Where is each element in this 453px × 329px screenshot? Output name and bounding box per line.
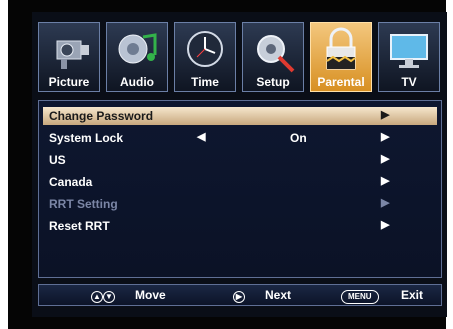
arrow-left-icon[interactable]: ◀ [197, 130, 205, 143]
menu-item-change-password[interactable]: Change Password ▶ [43, 107, 437, 125]
tab-audio[interactable]: Audio [106, 22, 168, 92]
arrow-right-icon: ▶ [381, 109, 390, 121]
menu-item-reset-rrt[interactable]: Reset RRT ▶ [43, 217, 437, 235]
gear-wrench-icon [257, 35, 295, 73]
tab-bar: Picture Audio Time Setup Parental TV [38, 16, 442, 96]
tv-screen: Picture Audio Time Setup Parental TV Cha… [32, 12, 447, 317]
right-button-icon: ▶ [233, 288, 245, 303]
tv-icon [390, 34, 428, 68]
music-note-icon [118, 33, 157, 64]
arrow-right-icon: ▶ [381, 219, 390, 231]
menu-item-label: Change Password [49, 109, 154, 123]
next-hint: Next [265, 288, 292, 302]
menu-item-canada[interactable]: Canada ▶ [43, 173, 437, 191]
menu-button-icon: MENU [341, 288, 379, 304]
up-down-button-icons: ▲ ▼ [91, 288, 115, 303]
arrow-right-icon: ▶ [381, 153, 390, 165]
tab-label: TV [401, 75, 417, 89]
tab-tv[interactable]: TV [378, 22, 440, 92]
tab-label: Audio [120, 75, 154, 89]
tab-setup[interactable]: Setup [242, 22, 304, 92]
arrow-right-icon: ▶ [381, 175, 390, 187]
menu-item-label: RRT Setting [49, 197, 118, 211]
parental-menu: Change Password ▶ System Lock ◀ On ▶ US … [38, 100, 442, 278]
menu-item-system-lock[interactable]: System Lock ◀ On ▶ [43, 129, 437, 147]
tab-label: Time [191, 75, 219, 89]
down-button-icon: ▼ [103, 291, 115, 303]
camcorder-icon [56, 40, 89, 69]
tab-label: Picture [48, 75, 90, 89]
tab-picture[interactable]: Picture [38, 22, 100, 92]
menu-item-us[interactable]: US ▶ [43, 151, 437, 169]
tab-parental[interactable]: Parental [310, 22, 372, 92]
menu-item-label: US [49, 153, 66, 167]
arrow-right-icon: ▶ [381, 197, 390, 209]
menu-item-rrt-setting: RRT Setting ▶ [43, 195, 437, 213]
arrow-right-icon[interactable]: ▶ [381, 130, 389, 143]
footer-hint-bar: ▲ ▼ Move ▶ Next MENU Exit [38, 284, 442, 306]
tab-label: Parental [317, 75, 365, 89]
tab-time[interactable]: Time [174, 22, 236, 92]
move-hint: Move [135, 288, 166, 302]
tv-bezel: Picture Audio Time Setup Parental TV Cha… [8, 0, 447, 329]
up-button-icon: ▲ [91, 291, 103, 303]
tab-label: Setup [256, 75, 290, 89]
menu-item-label: Canada [49, 175, 93, 189]
clock-icon [187, 31, 223, 67]
exit-hint: Exit [401, 288, 424, 302]
padlock-icon [326, 27, 356, 70]
system-lock-value: On [290, 131, 307, 145]
menu-item-label: System Lock [49, 131, 124, 145]
menu-item-label: Reset RRT [49, 219, 110, 233]
menu-badge: MENU [341, 290, 379, 304]
